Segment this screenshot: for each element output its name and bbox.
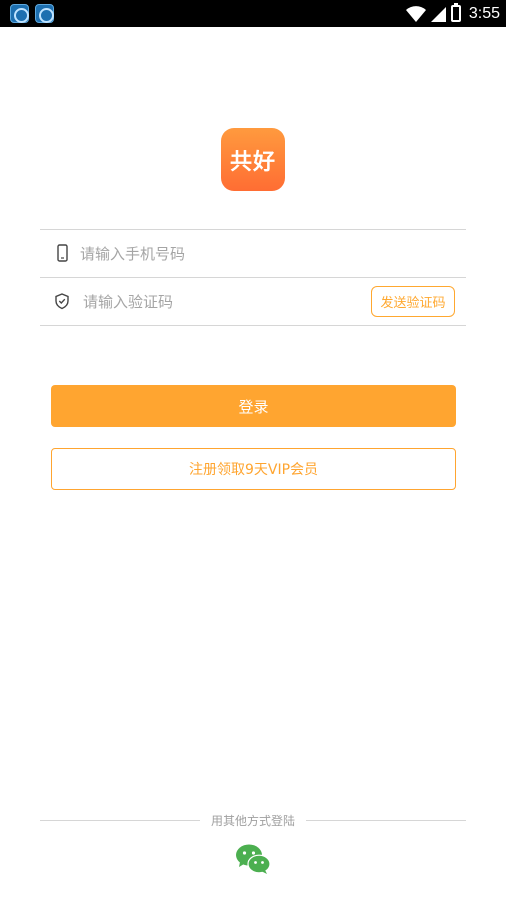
system-icons: 3:55 xyxy=(405,2,500,25)
phone-icon xyxy=(57,244,68,262)
phone-input[interactable] xyxy=(80,230,440,277)
app-notification-icon xyxy=(35,4,54,23)
wechat-icon[interactable] xyxy=(235,843,271,875)
app-logo-text: 共好 xyxy=(229,149,276,175)
other-login-section: 用其他方式登陆 xyxy=(40,812,466,830)
code-field-row: 发送验证码 xyxy=(40,278,466,325)
form-bottom-divider xyxy=(40,325,466,326)
register-vip-button[interactable]: 注册领取9天VIP会员 xyxy=(51,448,456,490)
app-logo: 共好 xyxy=(221,128,285,191)
shield-icon xyxy=(55,293,69,310)
login-button[interactable]: 登录 xyxy=(51,385,456,427)
other-login-right-divider xyxy=(306,820,466,821)
status-time: 3:55 xyxy=(468,4,500,22)
app-notification-icon xyxy=(10,4,29,23)
wifi-icon xyxy=(405,5,426,22)
battery-charging-icon xyxy=(450,3,461,22)
cell-signal-icon xyxy=(430,6,446,22)
phone-field-row xyxy=(40,230,466,277)
code-input[interactable] xyxy=(83,278,358,325)
status-bar: 3:55 xyxy=(0,0,506,27)
send-code-button[interactable]: 发送验证码 xyxy=(371,286,455,317)
